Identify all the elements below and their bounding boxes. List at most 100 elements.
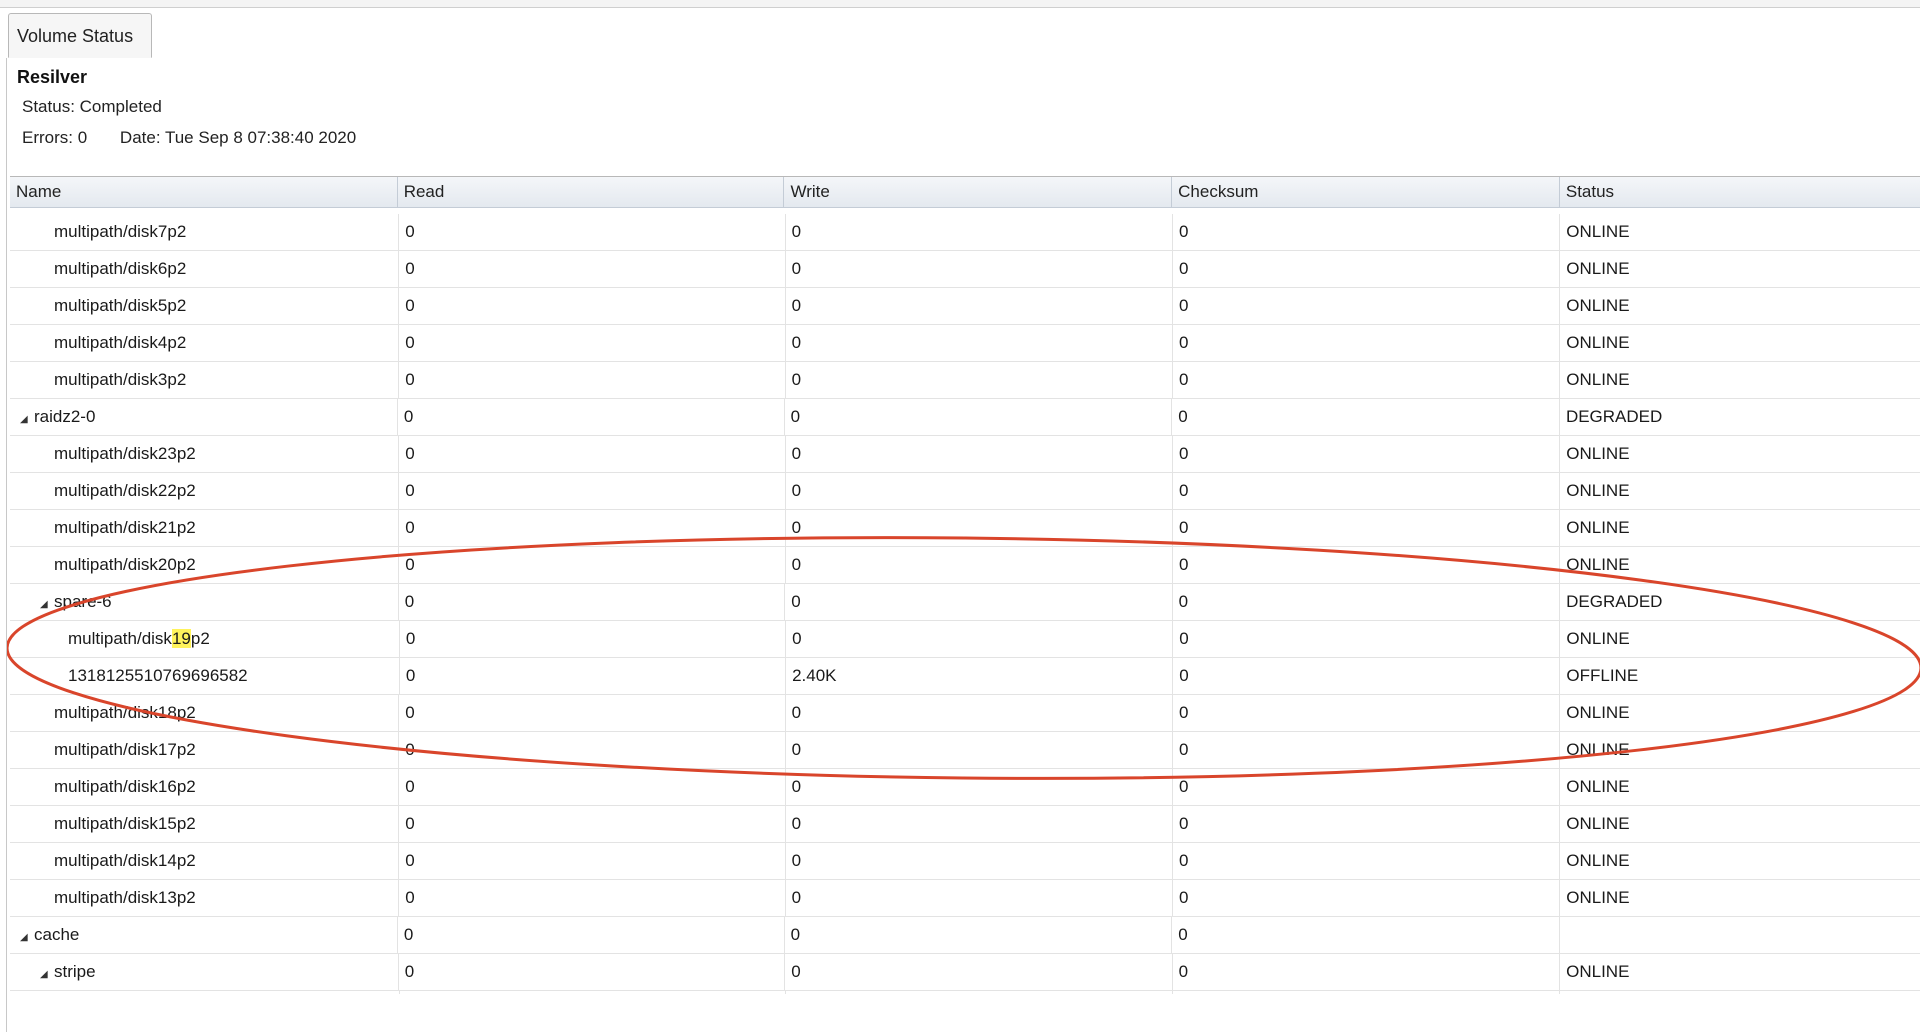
table-row[interactable]: multipath/disk7p2 0 0 0 ONLINE <box>10 214 1920 251</box>
table-row[interactable]: ◢ spare-6 0 0 0 DEGRADED <box>10 584 1920 621</box>
cell-write: 0 <box>786 695 1173 731</box>
triangle-expanded-icon[interactable]: ◢ <box>20 920 34 953</box>
cell-read: 0 <box>399 325 786 361</box>
table-row[interactable]: multipath/disk20p2 0 0 0 ONLINE <box>10 547 1920 584</box>
cell-checksum: 0 <box>1172 399 1560 435</box>
column-header-name[interactable]: Name <box>10 177 398 207</box>
row-name-label: multipath/disk14p2 <box>54 851 196 870</box>
cell-checksum: 0 <box>1173 251 1561 287</box>
cell-checksum: 0 <box>1173 732 1561 768</box>
triangle-expanded-icon[interactable]: ◢ <box>20 402 34 435</box>
table-row[interactable]: 1318125510769696582 0 2.40K 0 OFFLINE <box>10 658 1920 695</box>
table-row[interactable]: multipath/disk21p2 0 0 0 ONLINE <box>10 510 1920 547</box>
table-row[interactable]: multipath/disk4p2 0 0 0 ONLINE <box>10 325 1920 362</box>
cell-write: 0 <box>786 362 1173 398</box>
cell-name: multipath/disk23p2 <box>10 436 400 472</box>
cell-checksum: 0 <box>1173 325 1561 361</box>
cell-status: DEGRADED <box>1560 399 1920 435</box>
triangle-expanded-icon[interactable]: ◢ <box>40 587 54 620</box>
column-header-write[interactable]: Write <box>784 177 1173 207</box>
column-header-read[interactable]: Read <box>398 177 785 207</box>
resilver-status: Status: Completed <box>22 97 162 116</box>
cell-read: 0 <box>399 510 786 546</box>
row-name-label: stripe <box>54 962 96 981</box>
cell-name: multipath/disk18p2 <box>10 695 400 731</box>
cell-status: ONLINE <box>1560 806 1920 842</box>
cell-status: ONLINE <box>1560 288 1920 324</box>
table-row[interactable]: multipath/disk19p2 0 0 0 ONLINE <box>10 621 1920 658</box>
cell-write: 0 <box>786 732 1173 768</box>
cell-status: ONLINE <box>1560 436 1920 472</box>
cell-checksum: 0 <box>1173 843 1561 879</box>
resilver-section: Resilver Status: Completed Errors: 0 Dat… <box>17 66 356 149</box>
cell-status: ONLINE <box>1560 251 1920 287</box>
cell-status: ONLINE <box>1560 843 1920 879</box>
cell-name: ◢ cache <box>10 917 398 953</box>
cell-status: ONLINE <box>1560 473 1920 509</box>
cell-write: 0 <box>786 436 1173 472</box>
cell-read: 0 <box>399 769 786 805</box>
cell-name: multipath/disk5p2 <box>10 288 400 324</box>
table-row[interactable]: multipath/disk15p2 0 0 0 ONLINE <box>10 806 1920 843</box>
cell-name: multipath/disk4p2 <box>10 325 400 361</box>
cell-read: 0 <box>399 251 786 287</box>
cell-name: multipath/disk17p2 <box>10 732 400 768</box>
table-row[interactable]: multipath/disk14p2 0 0 0 ONLINE <box>10 843 1920 880</box>
table-row[interactable]: multipath/disk6p2 0 0 0 ONLINE <box>10 251 1920 288</box>
table-row[interactable]: ◢ raidz2-0 0 0 0 DEGRADED <box>10 399 1920 436</box>
resilver-title: Resilver <box>17 67 88 87</box>
triangle-expanded-icon[interactable]: ◢ <box>40 957 54 990</box>
cell-name: multipath/disk6p2 <box>10 251 400 287</box>
cell-checksum: 0 <box>1173 695 1561 731</box>
table-row[interactable]: multipath/disk22p2 0 0 0 ONLINE <box>10 473 1920 510</box>
name-part: multipath/disk <box>68 629 172 648</box>
cell-write: 0 <box>786 251 1173 287</box>
table-row[interactable]: multipath/disk23p2 0 0 0 ONLINE <box>10 436 1920 473</box>
cell-checksum: 0 <box>1173 214 1561 250</box>
table-row[interactable]: multipath/disk17p2 0 0 0 ONLINE <box>10 732 1920 769</box>
cell-name: multipath/disk7p2 <box>10 214 400 250</box>
cell-checksum: 0 <box>1173 769 1561 805</box>
cell-status: ONLINE <box>1560 732 1920 768</box>
row-name-label: multipath/disk23p2 <box>54 444 196 463</box>
cell-write: 0 <box>785 399 1173 435</box>
table-row[interactable]: multipath/disk3p2 0 0 0 ONLINE <box>10 362 1920 399</box>
cell-read: 0 <box>399 806 786 842</box>
cell-read: 0 <box>400 621 787 657</box>
cell-status: ONLINE <box>1560 214 1920 250</box>
row-name-label: multipath/disk7p2 <box>54 222 187 241</box>
cell-name: multipath/disk20p2 <box>10 547 400 583</box>
cell-checksum: 0 <box>1173 473 1561 509</box>
column-header-status[interactable]: Status <box>1560 177 1920 207</box>
cell-status: ONLINE <box>1560 954 1920 990</box>
volume-status-panel: Resilver Status: Completed Errors: 0 Dat… <box>6 58 1920 1032</box>
cell-checksum: 0 <box>1173 436 1561 472</box>
table-row[interactable]: multipath/disk16p2 0 0 0 ONLINE <box>10 769 1920 806</box>
table-row[interactable]: multipath/disk18p2 0 0 0 ONLINE <box>10 695 1920 732</box>
cell-name: ◢ spare-6 <box>10 584 399 620</box>
cell-checksum: 0 <box>1173 806 1561 842</box>
cell-status: ONLINE <box>1560 880 1920 916</box>
cell-name: 1318125510769696582 <box>10 658 400 694</box>
highlighted-text: 19 <box>171 629 191 648</box>
cell-read: 0 <box>399 214 786 250</box>
cell-checksum: 0 <box>1173 547 1561 583</box>
cell-write: 0 <box>786 547 1173 583</box>
cell-write: 0 <box>785 584 1173 620</box>
cell-write: 0 <box>786 214 1173 250</box>
cell-name: ◢ stripe <box>10 954 399 990</box>
cell-name: multipath/disk13p2 <box>10 880 400 916</box>
table-row[interactable]: multipath/disk5p2 0 0 0 ONLINE <box>10 288 1920 325</box>
cell-status: ONLINE <box>1560 547 1920 583</box>
volume-status-grid: Name Read Write Checksum Status multipat… <box>10 176 1920 996</box>
table-row[interactable]: multipath/disk13p2 0 0 0 ONLINE <box>10 880 1920 917</box>
cell-checksum: 0 <box>1173 362 1561 398</box>
cell-status: ONLINE <box>1560 769 1920 805</box>
tab-volume-status[interactable]: Volume Status <box>8 13 152 58</box>
cell-read: 0 <box>399 880 786 916</box>
cell-status: OFFLINE <box>1560 658 1920 694</box>
table-row[interactable]: ◢ stripe 0 0 0 ONLINE <box>10 954 1920 991</box>
table-row[interactable]: ◢ cache 0 0 0 <box>10 917 1920 954</box>
column-header-checksum[interactable]: Checksum <box>1172 177 1560 207</box>
row-name-label: multipath/disk19p2 <box>68 629 210 648</box>
